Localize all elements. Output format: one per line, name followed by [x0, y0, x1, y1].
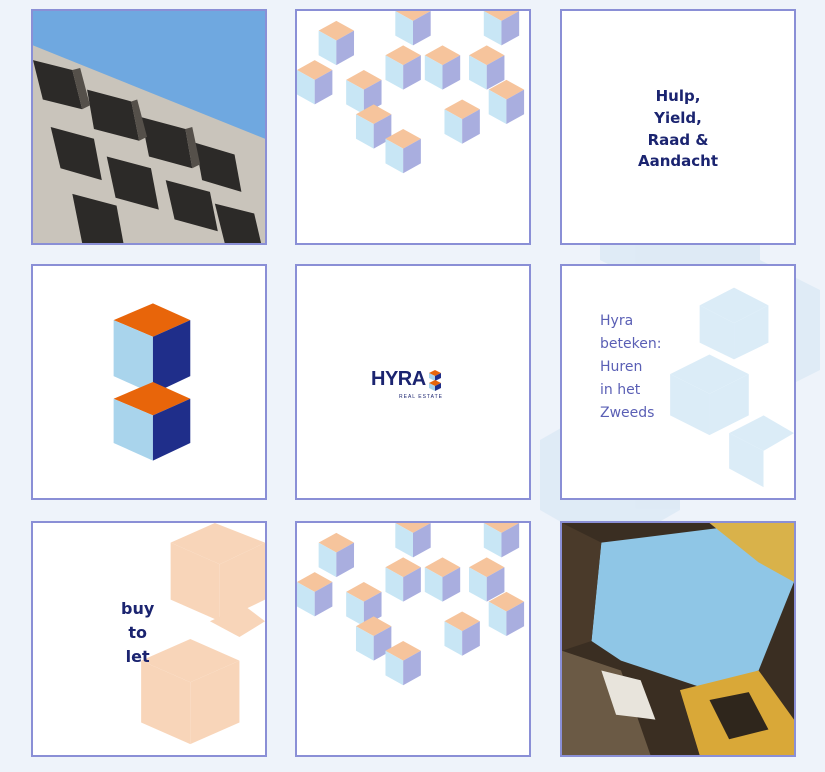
building-balconies-photo — [31, 9, 267, 245]
hyra-meaning-tile: Hyra beteken: Huren in het Zweeds — [560, 264, 796, 500]
isometric-cube-pattern — [295, 9, 531, 245]
help-yield-tile: Hulp, Yield, Raad & Aandacht — [560, 9, 796, 245]
hyra-meaning-text: Hyra beteken: Huren in het Zweeds — [600, 310, 661, 425]
text-line: to — [128, 623, 147, 642]
buy-to-let-text: buy to let — [121, 597, 154, 669]
text-line: Zweeds — [600, 405, 655, 422]
hyra-logo: HYRA REAL ESTATE — [371, 368, 442, 400]
text-line: Huren — [600, 359, 643, 376]
logo-wordmark: HYRA — [371, 368, 426, 390]
logo-cube-icon — [428, 370, 441, 391]
text-line: beteken: — [600, 336, 662, 353]
text-line: buy — [121, 599, 155, 618]
text-line: let — [125, 647, 150, 666]
cube-houses-photo — [560, 521, 796, 757]
text-line: Yield, — [654, 108, 702, 127]
text-line: Hyra — [600, 313, 634, 329]
text-line: Hulp, — [655, 87, 701, 105]
text-line: Aandacht — [637, 152, 718, 171]
text-line: Raad & — [647, 130, 709, 149]
faded-cubes-decoration — [670, 287, 794, 488]
isometric-cube-pattern — [295, 521, 531, 757]
stacked-cubes-icon — [113, 303, 191, 461]
logo-subtitle: REAL ESTATE — [399, 394, 443, 400]
buy-to-let-tile: buy to let — [31, 521, 267, 757]
hyra-logo-tile: HYRA REAL ESTATE — [295, 264, 531, 500]
stacked-cubes-icon-tile — [31, 264, 267, 500]
text-line: in het — [600, 382, 641, 399]
help-yield-text: Hulp, Yield, Raad & Aandacht — [562, 86, 794, 173]
